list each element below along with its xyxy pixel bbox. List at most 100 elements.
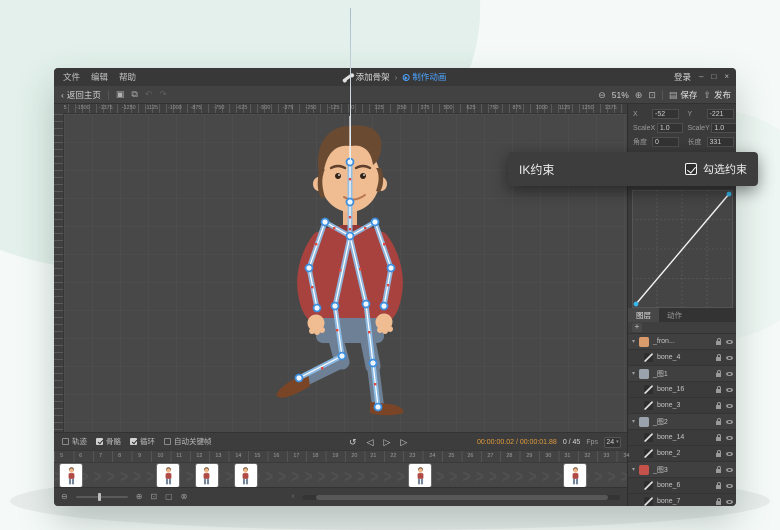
toggle-循环[interactable]: 循环 <box>130 436 155 447</box>
keyframe-thumbnail[interactable] <box>157 464 179 487</box>
property-input[interactable]: 0 <box>652 137 679 147</box>
eye-icon[interactable] <box>726 500 733 505</box>
slider-handle[interactable] <box>98 493 101 501</box>
chevron-down-icon[interactable]: ▾ <box>632 466 639 473</box>
keyframe-thumbnail[interactable] <box>60 464 82 487</box>
property-input[interactable]: 1.0 <box>711 123 736 133</box>
property-input[interactable]: -52 <box>652 109 679 119</box>
close-icon[interactable]: × <box>724 73 729 81</box>
eye-icon[interactable] <box>726 356 733 361</box>
delete-frame-button[interactable]: ⊗ <box>181 493 188 501</box>
play-icon[interactable]: ▷ <box>383 438 390 447</box>
fit-screen-icon[interactable]: ⊡ <box>648 91 656 100</box>
eye-icon[interactable] <box>726 404 733 409</box>
duplicate-icon[interactable]: ⧉ <box>131 90 137 99</box>
blank-frame-button[interactable]: ▢ <box>165 493 173 501</box>
eye-icon[interactable] <box>726 372 733 377</box>
tab-动作[interactable]: 动作 <box>659 308 690 322</box>
fps-dropdown[interactable]: 24 ▾ <box>604 437 621 448</box>
frame-zoom-out-icon[interactable]: ⊖ <box>61 493 68 501</box>
copy-frame-button[interactable]: ⊡ <box>150 493 157 501</box>
checkbox-icon[interactable] <box>96 438 103 445</box>
login-button[interactable]: 登录 <box>674 71 691 83</box>
lock-icon[interactable] <box>716 501 721 505</box>
eye-icon[interactable] <box>726 468 733 473</box>
eye-icon[interactable] <box>726 484 733 489</box>
ik-constraint-checkbox[interactable] <box>685 163 697 175</box>
menu-item-0[interactable]: 文件 <box>63 71 80 83</box>
scroll-left-icon[interactable]: ‹ <box>292 493 294 500</box>
property-input[interactable]: 331 <box>707 137 734 147</box>
bone-row[interactable]: bone_2 <box>628 446 736 462</box>
next-frame-icon[interactable]: ▷ <box>400 438 407 447</box>
property-input[interactable]: -221 <box>707 109 734 119</box>
toggle-骨骼[interactable]: 骨骼 <box>96 436 121 447</box>
eye-icon[interactable] <box>726 452 733 457</box>
previous-frame-icon[interactable]: ◁ <box>367 438 374 447</box>
curve-end-handle[interactable] <box>727 192 732 197</box>
frame-zoom-slider[interactable] <box>76 496 128 498</box>
checkbox-icon[interactable] <box>62 438 69 445</box>
scrollbar-thumb[interactable] <box>316 495 608 500</box>
property-input[interactable]: 1.0 <box>657 123 683 133</box>
zoom-in-icon[interactable]: ⊕ <box>635 91 643 100</box>
chevron-down-icon[interactable]: ▾ <box>632 418 639 425</box>
bone-row[interactable]: bone_6 <box>628 478 736 494</box>
frame-ruler[interactable]: 5678910111213141516171819202122232425262… <box>54 450 627 462</box>
lock-icon[interactable] <box>716 341 721 345</box>
chevron-down-icon[interactable]: ▾ <box>632 370 639 377</box>
layer-group-row[interactable]: ▾_图2 <box>628 414 736 430</box>
keyframe-track[interactable]: >>>>>>>>>>>>>>>>>>>>>>>>>>>>>>>>>>>>>>>>… <box>54 462 627 487</box>
redo-icon[interactable]: ↷ <box>159 90 167 99</box>
save-button[interactable]: ▤ 保存 <box>669 89 698 101</box>
keyframe-thumbnail[interactable] <box>409 464 431 487</box>
back-home-button[interactable]: ‹ 返回主页 <box>61 89 101 101</box>
step-make-animation[interactable]: 制作动画 <box>402 71 446 83</box>
minimize-icon[interactable]: – <box>699 73 703 81</box>
easing-curve-editor[interactable] <box>632 190 733 308</box>
keyframe-thumbnail[interactable] <box>235 464 257 487</box>
chevron-down-icon[interactable]: ▾ <box>632 338 639 345</box>
checkbox-icon[interactable] <box>130 438 137 445</box>
lock-icon[interactable] <box>716 373 721 377</box>
new-frame-icon[interactable]: ▣ <box>116 90 125 99</box>
lock-icon[interactable] <box>716 357 721 361</box>
lock-icon[interactable] <box>716 485 721 489</box>
go-to-start-icon[interactable]: ↺ <box>349 438 357 447</box>
eye-icon[interactable] <box>726 436 733 441</box>
eye-icon[interactable] <box>726 340 733 345</box>
add-layer-button[interactable]: + <box>632 323 642 332</box>
keyframe-thumbnail[interactable] <box>196 464 218 487</box>
layer-group-row[interactable]: ▾_图3 <box>628 462 736 478</box>
zoom-out-icon[interactable]: ⊖ <box>598 91 606 100</box>
toggle-自动关键帧[interactable]: 自动关键帧 <box>164 436 212 447</box>
add-keyframe-button[interactable]: ⊕ <box>136 493 143 501</box>
menu-item-2[interactable]: 帮助 <box>119 71 136 83</box>
character-figure[interactable] <box>272 116 422 428</box>
timeline-scrollbar[interactable] <box>302 495 620 500</box>
tab-图层[interactable]: 图层 <box>628 308 659 322</box>
bone-row[interactable]: bone_7 <box>628 494 736 506</box>
lock-icon[interactable] <box>716 421 721 425</box>
toggle-轨迹[interactable]: 轨迹 <box>62 436 87 447</box>
bone-row[interactable]: bone_16 <box>628 382 736 398</box>
layer-group-row[interactable]: ▾_fron... <box>628 334 736 350</box>
publish-button[interactable]: ⇧ 发布 <box>703 89 731 101</box>
bone-row[interactable]: bone_4 <box>628 350 736 366</box>
lock-icon[interactable] <box>716 405 721 409</box>
maximize-icon[interactable]: □ <box>711 73 716 81</box>
lock-icon[interactable] <box>716 469 721 473</box>
layer-group-row[interactable]: ▾_图1 <box>628 366 736 382</box>
eye-icon[interactable] <box>726 420 733 425</box>
eye-icon[interactable] <box>726 388 733 393</box>
bone-row[interactable]: bone_14 <box>628 430 736 446</box>
lock-icon[interactable] <box>716 453 721 457</box>
keyframe-thumbnail[interactable] <box>564 464 586 487</box>
curve-start-handle[interactable] <box>634 302 639 307</box>
menu-item-1[interactable]: 编辑 <box>91 71 108 83</box>
checkbox-icon[interactable] <box>164 438 171 445</box>
lock-icon[interactable] <box>716 437 721 441</box>
undo-icon[interactable]: ↶ <box>145 90 153 99</box>
lock-icon[interactable] <box>716 389 721 393</box>
bone-row[interactable]: bone_3 <box>628 398 736 414</box>
